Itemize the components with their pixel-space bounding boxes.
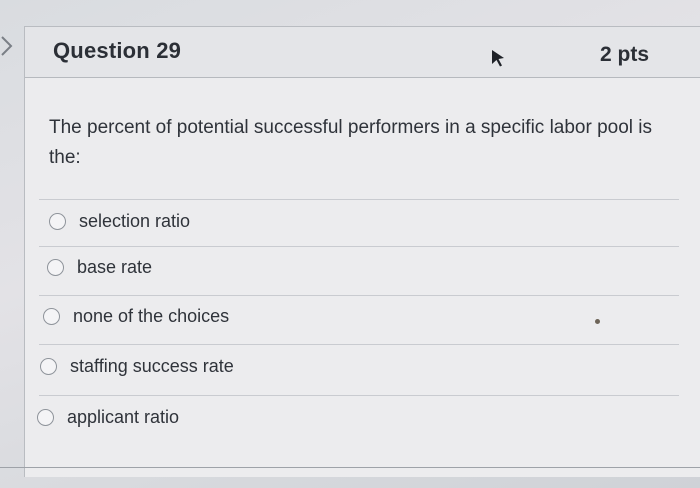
divider: [39, 246, 679, 247]
option-applicant-ratio[interactable]: applicant ratio: [37, 402, 179, 432]
mouse-cursor-icon: [492, 50, 504, 67]
radio-button-icon[interactable]: [43, 307, 60, 325]
divider: [39, 344, 679, 345]
option-staffing-success-rate[interactable]: staffing success rate: [40, 351, 234, 381]
option-label: applicant ratio: [67, 406, 180, 427]
question-title: Question 29: [53, 38, 182, 63]
chevron-right-icon[interactable]: [0, 34, 14, 58]
option-label: selection ratio: [79, 210, 191, 231]
radio-button-icon[interactable]: [49, 212, 66, 230]
option-label: staffing success rate: [70, 355, 234, 376]
question-card: Question 29 2 pts The percent of potenti…: [24, 26, 700, 477]
radio-button-icon[interactable]: [37, 408, 54, 426]
option-none-of-the-choices[interactable]: none of the choices: [43, 301, 229, 331]
option-selection-ratio[interactable]: selection ratio: [49, 206, 190, 236]
option-label: base rate: [77, 256, 153, 277]
radio-button-icon[interactable]: [47, 258, 64, 276]
option-base-rate[interactable]: base rate: [47, 252, 152, 282]
divider: [39, 199, 679, 200]
question-text: The percent of potential successful perf…: [49, 117, 653, 168]
divider: [39, 295, 679, 296]
quiz-page: Question 29 2 pts The percent of potenti…: [0, 0, 700, 488]
page-bottom-rule: [0, 467, 700, 468]
radio-button-icon[interactable]: [40, 357, 57, 375]
screen-speck: [595, 319, 600, 324]
divider: [39, 395, 679, 396]
question-points: 2 pts: [599, 43, 649, 66]
option-label: none of the choices: [73, 305, 230, 326]
question-header: Question 29 2 pts: [25, 27, 700, 78]
